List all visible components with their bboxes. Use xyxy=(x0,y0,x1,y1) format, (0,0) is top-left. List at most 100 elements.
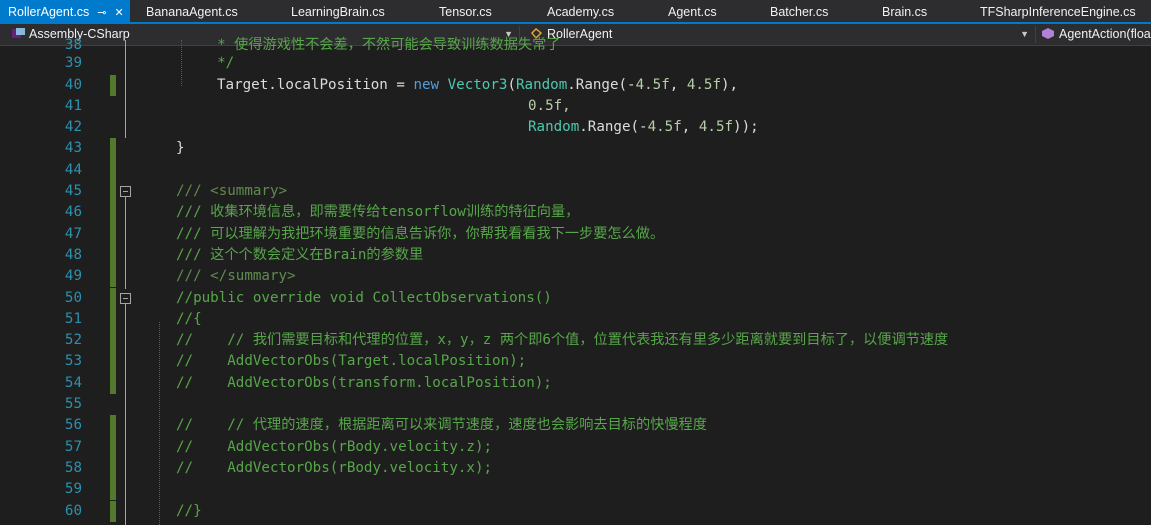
change-marker xyxy=(110,436,116,458)
line-number: 48 xyxy=(64,246,82,263)
tab-label: TFSharpInferenceEngine.cs xyxy=(980,5,1136,19)
tab-label: Academy.cs xyxy=(547,5,615,19)
change-marker xyxy=(110,181,116,203)
tab-agent[interactable]: Agent.cs xyxy=(668,0,717,24)
line-number: 45 xyxy=(64,183,82,199)
line-number: 51 xyxy=(64,310,82,327)
tab-rolleragent[interactable]: RollerAgent.cs ⊸ ✕ xyxy=(0,0,130,24)
line-number: 40 xyxy=(64,76,82,93)
code-text: //{ xyxy=(176,310,202,327)
code-line: 44 xyxy=(0,159,1151,181)
code-text: /// 收集环境信息，即需要传给tensorflow训练的特征向量， xyxy=(176,204,580,221)
code-line: 39 */ xyxy=(0,53,1151,74)
tab-tfsharpinferenceengine[interactable]: TFSharpInferenceEngine.cs xyxy=(980,0,1136,24)
tab-batcher[interactable]: Batcher.cs xyxy=(770,0,828,24)
code-text: // AddVectorObs(rBody.velocity.z); xyxy=(176,438,493,455)
code-line: 41 0.5f, xyxy=(0,96,1151,117)
code-line: 58 // AddVectorObs(rBody.velocity.x); xyxy=(0,457,1151,480)
code-line: 57 // AddVectorObs(rBody.velocity.z); xyxy=(0,436,1151,458)
code-text: Random.Range(-4.5f, 4.5f)); xyxy=(528,119,759,136)
tab-learningbrain[interactable]: LearningBrain.cs xyxy=(291,0,385,24)
change-marker xyxy=(110,415,116,437)
change-marker xyxy=(110,266,116,288)
change-marker xyxy=(110,244,116,267)
code-text: // AddVectorObs(Target.localPosition); xyxy=(176,353,527,370)
tab-label: Batcher.cs xyxy=(770,5,829,19)
change-marker xyxy=(110,351,116,373)
code-text: // AddVectorObs(rBody.velocity.x); xyxy=(176,459,493,476)
tab-label: BananaAgent.cs xyxy=(146,5,238,19)
change-marker xyxy=(110,287,116,309)
code-line: 56 // // 代理的速度，根据距离可以来调节速度，速度也会影响去目标的快慢程… xyxy=(0,415,1151,437)
line-number: 44 xyxy=(64,161,82,178)
line-number: 49 xyxy=(64,268,82,285)
code-line: 43 } xyxy=(0,138,1151,160)
code-text: /// <summary> xyxy=(176,183,288,199)
code-text: /// </summary> xyxy=(176,268,296,285)
change-marker xyxy=(110,330,116,352)
tab-tensor[interactable]: Tensor.cs xyxy=(439,0,492,24)
code-editor[interactable]: 38 * 使得游戏性不会差，不然可能会导致训练数据失常了 39 */ 40 Ta… xyxy=(0,37,1151,525)
change-marker xyxy=(110,308,116,331)
close-icon[interactable]: ✕ xyxy=(115,1,124,25)
line-number: 59 xyxy=(64,481,82,498)
code-line: 42 Random.Range(-4.5f, 4.5f)); xyxy=(0,117,1151,138)
code-text: */ xyxy=(200,55,235,71)
line-number: 52 xyxy=(64,332,82,349)
code-text: // AddVectorObs(transform.localPosition)… xyxy=(176,374,552,391)
line-number: 60 xyxy=(64,502,82,519)
line-number: 41 xyxy=(64,97,82,114)
tab-label: RollerAgent.cs xyxy=(8,5,90,19)
tab-bananaagent[interactable]: BananaAgent.cs xyxy=(146,0,238,24)
change-marker xyxy=(110,372,116,394)
document-tab-bar: RollerAgent.cs ⊸ ✕ BananaAgent.cs Learning… xyxy=(0,0,1151,24)
tab-label: LearningBrain.cs xyxy=(291,5,385,19)
code-line: 50 //public override void CollectObserva… xyxy=(0,287,1151,309)
line-number: 50 xyxy=(64,289,82,306)
line-number: 56 xyxy=(64,417,82,434)
change-marker xyxy=(110,159,116,181)
change-marker xyxy=(110,479,116,501)
tab-brain[interactable]: Brain.cs xyxy=(882,0,927,24)
line-number: 42 xyxy=(64,119,82,136)
tab-label: Brain.cs xyxy=(882,5,928,19)
pin-icon[interactable]: ⊸ xyxy=(97,1,106,25)
line-number: 47 xyxy=(64,225,82,242)
collapse-toggle[interactable] xyxy=(120,292,131,304)
tab-label: Tensor.cs xyxy=(439,5,492,19)
code-line: 40 Target.localPosition = new Vector3(Ra… xyxy=(0,74,1151,96)
change-marker xyxy=(110,457,116,480)
code-text: //} xyxy=(176,502,202,519)
code-text: //public override void CollectObservatio… xyxy=(176,289,552,306)
line-number: 58 xyxy=(64,459,82,476)
code-line: 51 //{ xyxy=(0,308,1151,331)
code-text: // // 我们需要目标和代理的位置，x，y，z 两个即6个值，位置代表我还有里… xyxy=(176,332,949,349)
tab-academy[interactable]: Academy.cs xyxy=(547,0,614,24)
change-marker xyxy=(110,223,116,245)
line-number: 54 xyxy=(64,374,82,391)
collapse-toggle[interactable] xyxy=(120,186,131,197)
code-line: 59 xyxy=(0,479,1151,501)
code-line: 45 /// <summary> xyxy=(0,181,1151,203)
code-text: /// 可以理解为我把环境重要的信息告诉你，你帮我看看我下一步要怎么做。 xyxy=(176,225,665,242)
code-line: 54 // AddVectorObs(transform.localPositi… xyxy=(0,372,1151,394)
line-number: 39 xyxy=(64,55,82,71)
code-line: 49 /// </summary> xyxy=(0,266,1151,288)
code-line: 52 // // 我们需要目标和代理的位置，x，y，z 两个即6个值，位置代表我… xyxy=(0,330,1151,352)
tab-label: Agent.cs xyxy=(668,5,717,19)
line-number: 57 xyxy=(64,438,82,455)
change-marker xyxy=(110,138,116,160)
code-text: /// 这个个数会定义在Brain的参数里 xyxy=(176,246,424,263)
change-marker xyxy=(110,500,116,522)
change-marker xyxy=(110,202,116,224)
code-line: 60 //} xyxy=(0,500,1151,522)
code-text: 0.5f, xyxy=(528,97,571,114)
line-number: 46 xyxy=(64,204,82,221)
line-number: 53 xyxy=(64,353,82,370)
code-line: 55 xyxy=(0,394,1151,415)
code-line: 46 /// 收集环境信息，即需要传给tensorflow训练的特征向量， xyxy=(0,202,1151,224)
code-text: // // 代理的速度，根据距离可以来调节速度，速度也会影响去目标的快慢程度 xyxy=(176,417,707,434)
change-marker xyxy=(110,74,116,96)
code-line: 53 // AddVectorObs(Target.localPosition)… xyxy=(0,351,1151,373)
code-text: Target.localPosition = new Vector3(Rando… xyxy=(217,76,739,93)
